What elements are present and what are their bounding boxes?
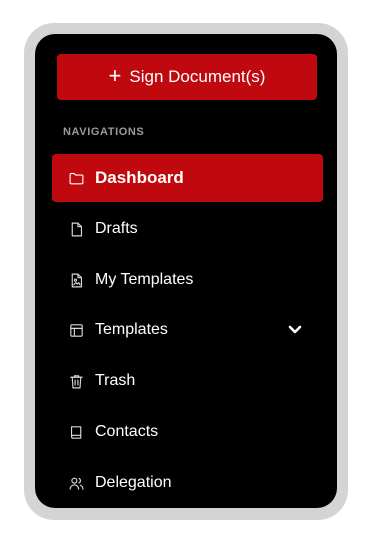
section-label: NAVIGATIONS — [63, 126, 145, 138]
file-image-icon — [67, 271, 85, 289]
sidebar-item-label: My Templates — [95, 271, 194, 288]
sign-documents-label: Sign Document(s) — [129, 67, 266, 86]
sidebar-item-contacts[interactable]: Contacts — [52, 408, 323, 456]
folder-icon — [67, 169, 85, 187]
chevron-down-icon[interactable] — [287, 321, 303, 337]
sidebar-item-dashboard[interactable]: Dashboard — [52, 154, 323, 202]
sidebar-item-trash[interactable]: Trash — [52, 357, 323, 405]
sidebar-item-delegation[interactable]: Delegation — [52, 459, 323, 507]
sidebar-panel: + Sign Document(s) NAVIGATIONS Dashboard… — [35, 34, 337, 508]
sidebar-item-drafts[interactable]: Drafts — [52, 205, 323, 253]
book-icon — [67, 423, 85, 441]
sidebar-item-label: Drafts — [95, 220, 138, 237]
sidebar-item-templates[interactable]: Templates — [52, 306, 323, 354]
trash-icon — [67, 372, 85, 390]
sidebar-item-label: Dashboard — [95, 168, 184, 187]
sidebar-item-label: Trash — [95, 372, 136, 389]
sidebar-item-my-templates[interactable]: My Templates — [52, 256, 323, 304]
file-icon — [67, 220, 85, 238]
sidebar-item-label: Contacts — [95, 423, 159, 440]
sidebar-item-label: Templates — [95, 321, 168, 338]
sidebar-item-label: Delegation — [95, 474, 172, 491]
users-icon — [67, 474, 85, 492]
plus-icon: + — [108, 63, 122, 88]
sign-documents-button[interactable]: + Sign Document(s) — [57, 54, 317, 100]
table-icon — [67, 321, 85, 339]
